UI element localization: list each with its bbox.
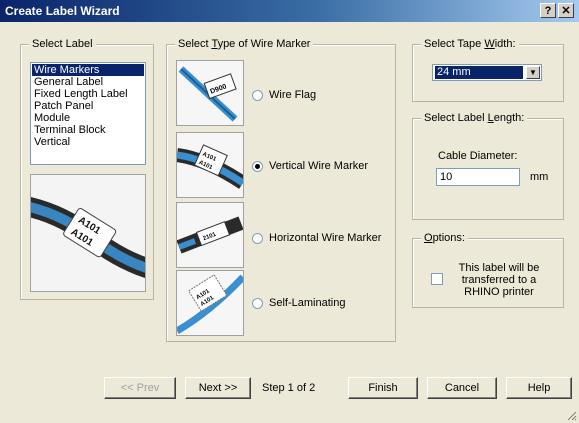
label-type-listbox[interactable]: Wire Markers General Label Fixed Length … xyxy=(30,62,146,165)
prev-button[interactable]: << Prev xyxy=(104,377,176,399)
radio-label: Self-Laminating xyxy=(269,297,346,309)
list-item[interactable]: Terminal Block xyxy=(32,124,144,136)
radio-vertical-wire-marker[interactable]: Vertical Wire Marker xyxy=(252,160,368,172)
self-laminating-image[interactable]: A101 A101 xyxy=(176,270,244,336)
wire-marker-preview-icon: A101 A101 xyxy=(31,175,145,291)
window-title: Create Label Wizard xyxy=(5,4,120,18)
next-button[interactable]: Next >> xyxy=(185,377,251,399)
help-title-button[interactable]: ? xyxy=(540,3,556,18)
label-preview-image: A101 A101 xyxy=(30,174,146,292)
tape-width-legend: Select Tape Width: xyxy=(421,38,519,50)
radio-horizontal-wire-marker[interactable]: Horizontal Wire Marker xyxy=(252,232,381,244)
radio-label: Vertical Wire Marker xyxy=(269,160,369,172)
cable-diameter-unit: mm xyxy=(530,171,549,183)
horizontal-wire-marker-icon: 2101 xyxy=(177,203,243,267)
self-laminating-icon: A101 A101 xyxy=(177,271,243,335)
list-item[interactable]: General Label xyxy=(32,76,144,88)
vertical-wire-marker-icon: A101 A101 xyxy=(177,133,243,197)
chevron-down-icon[interactable]: ▼ xyxy=(526,66,540,79)
radio-button[interactable] xyxy=(252,160,263,172)
vertical-wire-marker-image[interactable]: A101 A101 xyxy=(176,132,244,198)
list-item[interactable]: Wire Markers xyxy=(32,64,144,76)
tape-width-dropdown[interactable]: 24 mm ▼ xyxy=(432,64,542,81)
options-legend: Options: xyxy=(421,232,468,244)
radio-button[interactable] xyxy=(252,232,263,244)
close-button[interactable]: ✕ xyxy=(558,3,574,18)
cable-diameter-input[interactable]: 10 xyxy=(436,168,520,186)
title-bar[interactable]: Create Label Wizard ? ✕ xyxy=(0,0,579,22)
help-button[interactable]: Help xyxy=(506,377,572,399)
wire-flag-icon: D900 xyxy=(177,61,243,125)
radio-label: Horizontal Wire Marker xyxy=(269,232,382,244)
finish-button[interactable]: Finish xyxy=(348,377,418,399)
create-label-wizard-dialog: Create Label Wizard ? ✕ Select Label Wir… xyxy=(0,0,579,423)
wire-flag-image[interactable]: D900 xyxy=(176,60,244,126)
resize-grip-icon[interactable] xyxy=(565,409,577,421)
cable-diameter-label: Cable Diameter: xyxy=(438,150,518,162)
rhino-transfer-checkbox[interactable] xyxy=(431,273,443,285)
select-label-legend: Select Label xyxy=(29,38,96,50)
list-item[interactable]: Vertical xyxy=(32,136,144,148)
radio-button[interactable] xyxy=(252,89,263,101)
horizontal-wire-marker-image[interactable]: 2101 xyxy=(176,202,244,268)
cancel-button[interactable]: Cancel xyxy=(427,377,497,399)
list-item[interactable]: Fixed Length Label xyxy=(32,88,144,100)
radio-wire-flag[interactable]: Wire Flag xyxy=(252,89,316,101)
radio-self-laminating[interactable]: Self-Laminating xyxy=(252,297,345,309)
label-length-legend: Select Label Length: xyxy=(421,112,528,124)
step-indicator: Step 1 of 2 xyxy=(262,382,316,394)
list-item[interactable]: Patch Panel xyxy=(32,100,144,112)
tape-width-value: 24 mm xyxy=(435,66,523,79)
radio-button[interactable] xyxy=(252,297,263,309)
wire-marker-type-legend: Select Type of Wire Marker xyxy=(175,38,314,50)
rhino-transfer-label: This label will be transferred to a RHIN… xyxy=(458,262,540,298)
list-item[interactable]: Module xyxy=(32,112,144,124)
radio-label: Wire Flag xyxy=(269,89,317,101)
